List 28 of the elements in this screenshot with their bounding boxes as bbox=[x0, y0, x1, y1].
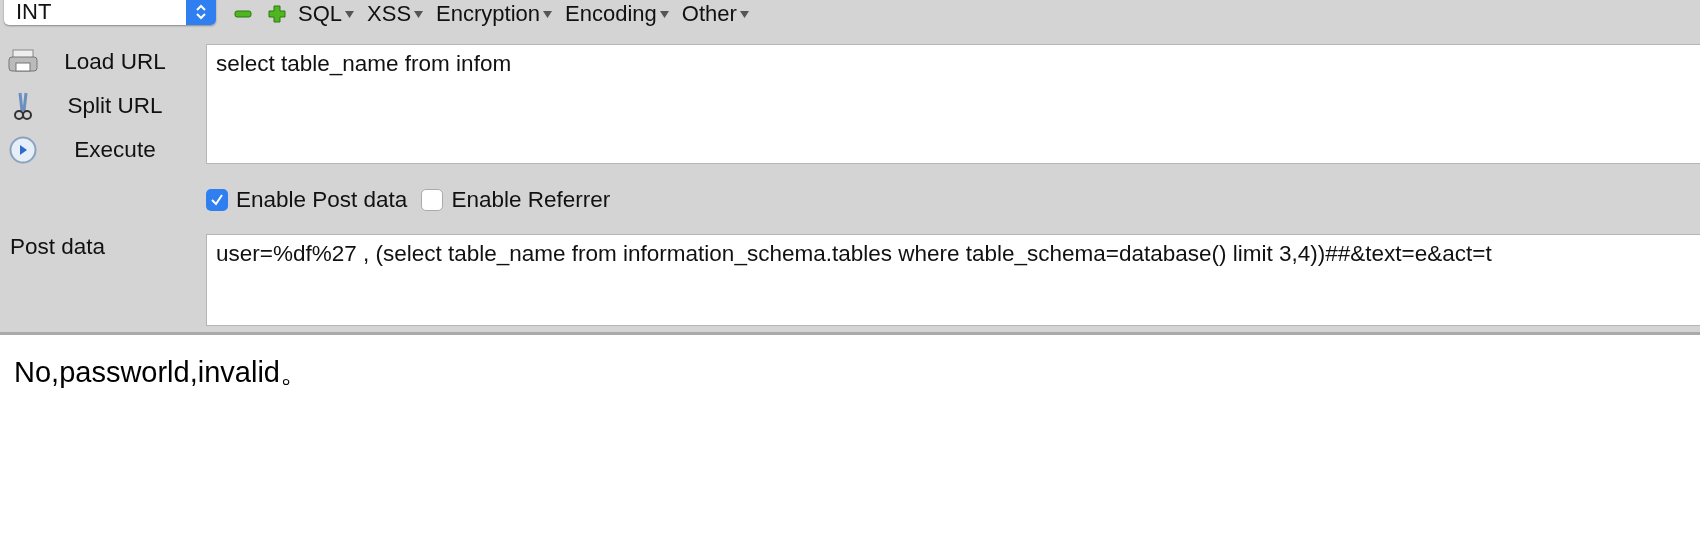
scissors-icon bbox=[14, 91, 32, 121]
url-field[interactable]: select table_name from infom bbox=[206, 44, 1700, 164]
play-icon bbox=[9, 136, 37, 164]
dropdown-arrow-icon bbox=[414, 10, 424, 18]
checkbox[interactable] bbox=[206, 189, 228, 211]
type-select[interactable]: INT bbox=[4, 0, 216, 25]
response-text: No,passworld,invalid。 bbox=[14, 356, 309, 388]
checkbox[interactable] bbox=[421, 189, 444, 211]
post-data-field[interactable]: user=%df%27 , (select table_name from information_schema.tables where table_schema=database() limit 3,4))##&text=e&act=t bbox=[206, 234, 1700, 326]
checkbox-label: Enable Post data bbox=[236, 187, 408, 213]
checkmark-icon bbox=[210, 193, 224, 207]
dropdown-arrow-icon bbox=[543, 10, 552, 18]
action-button[interactable]: Split URL bbox=[40, 91, 190, 121]
menu-button[interactable]: XSS bbox=[367, 1, 424, 27]
menu-button[interactable]: SQL bbox=[298, 1, 355, 27]
dropdown-arrow-icon bbox=[345, 10, 355, 18]
menu-button[interactable]: Encoding bbox=[565, 1, 669, 27]
dropdown-arrow-icon bbox=[659, 10, 669, 18]
dropdown-arrow-icon bbox=[739, 10, 749, 18]
action-button[interactable]: Execute bbox=[40, 135, 190, 165]
printer-icon bbox=[8, 49, 38, 75]
checkbox-label: Enable Referrer bbox=[451, 187, 611, 213]
post-data-label: Post data bbox=[9, 234, 107, 260]
menu-button[interactable]: Other bbox=[681, 1, 749, 27]
menu-button[interactable]: Encryption bbox=[436, 1, 552, 27]
plus-icon[interactable] bbox=[266, 3, 288, 25]
action-button[interactable]: Load URL bbox=[40, 47, 190, 77]
chevron-icon bbox=[194, 2, 208, 22]
